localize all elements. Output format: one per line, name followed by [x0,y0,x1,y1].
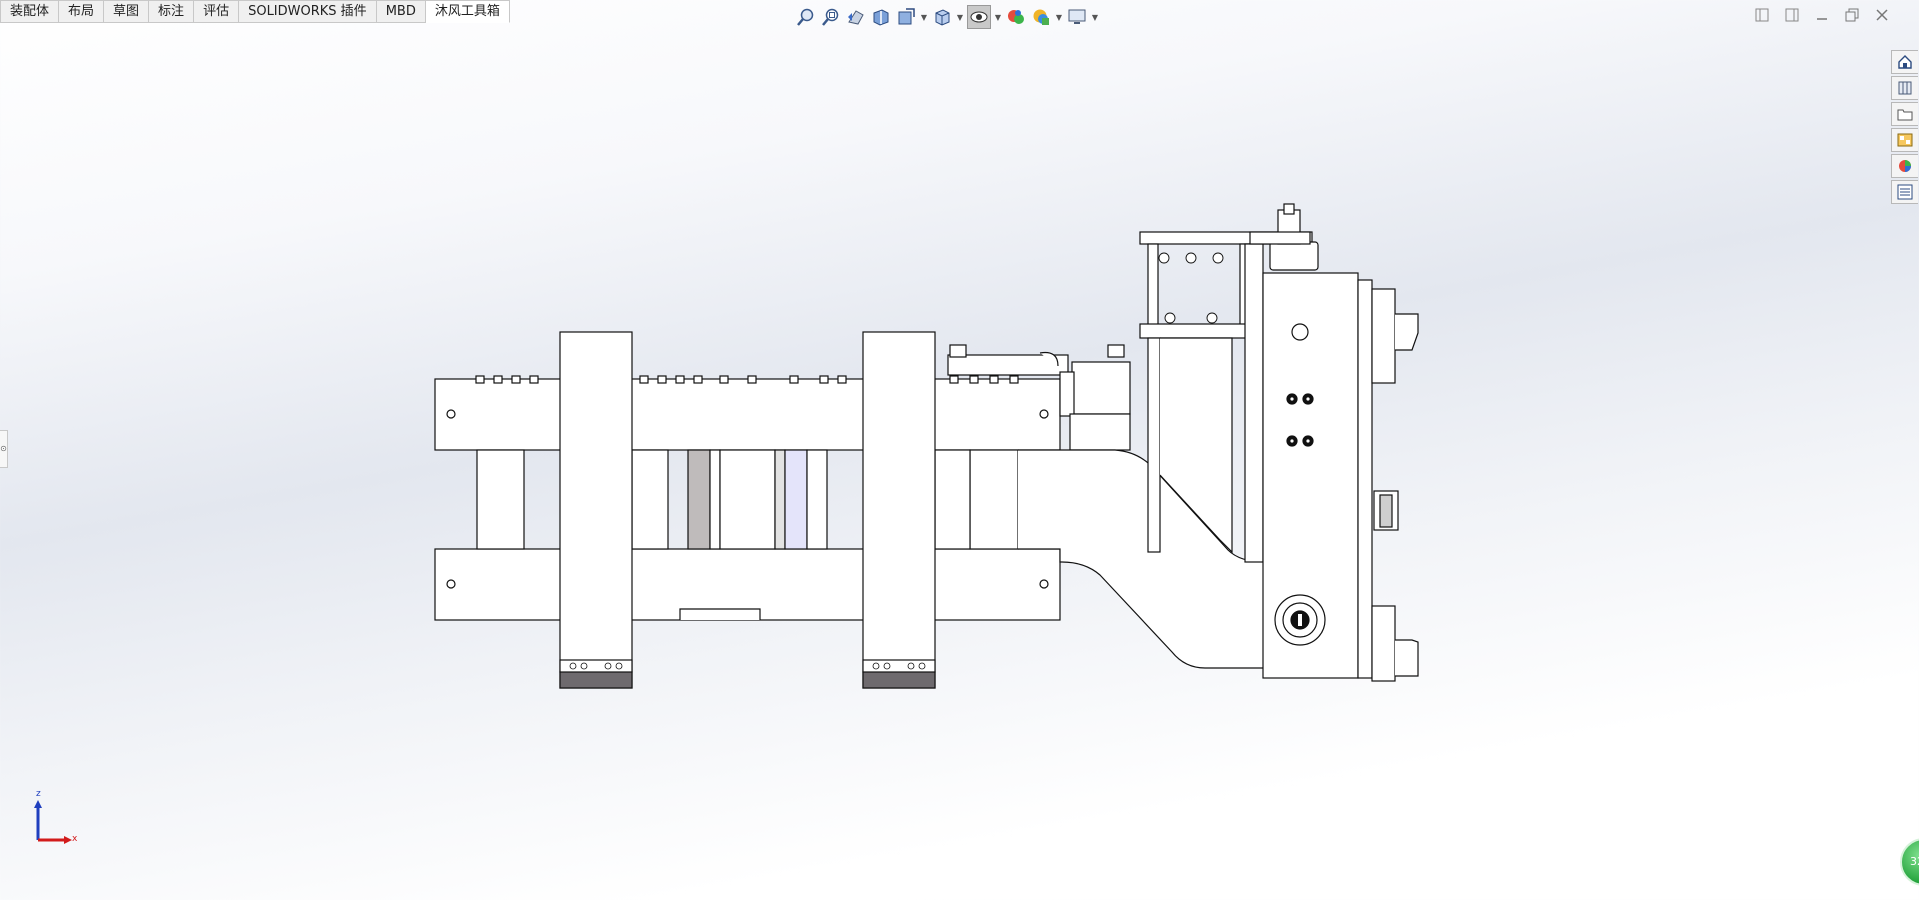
tab-assembly[interactable]: 装配体 [0,0,60,23]
lower-rail-part [434,548,1061,621]
left-clamp-column [559,331,633,689]
chevron-down-icon[interactable]: ▼ [994,13,1002,22]
task-pane [1891,50,1919,204]
close-icon[interactable] [1873,6,1891,24]
notification-badge[interactable]: 32 [1900,838,1919,886]
solidworks-resources-icon[interactable] [1891,50,1918,74]
tab-solidworks-addins[interactable]: SOLIDWORKS 插件 [239,0,377,23]
heads-up-view-toolbar: ▼ ▼ ▼ ▼ ▼ [795,4,1099,30]
hide-show-items-icon[interactable] [1005,6,1027,28]
tile-right-icon[interactable] [1783,6,1801,24]
upper-rail-part [434,375,1061,451]
tab-layout[interactable]: 布局 [59,0,105,23]
pneumatic-cylinder [947,344,1131,451]
middle-clamp-column [862,331,936,689]
window-controls [1753,6,1891,24]
previous-view-icon[interactable] [845,6,867,28]
dynamic-annotation-icon[interactable] [895,6,917,28]
file-explorer-icon[interactable] [1891,102,1918,126]
tile-left-icon[interactable] [1753,6,1771,24]
view-orientation-icon[interactable] [931,6,953,28]
vertical-frame [1139,231,1313,563]
coordinate-triad: z x [28,789,88,852]
cad-model-viewport[interactable] [0,0,1919,900]
section-view-icon[interactable] [870,6,892,28]
appearances-scenes-icon[interactable] [1891,154,1918,178]
command-manager-tabs: 装配体 布局 草图 标注 评估 SOLIDWORKS 插件 MBD 沐风工具箱 [0,0,510,23]
view-settings-icon[interactable] [1066,6,1088,28]
right-gripper-parts [1371,288,1419,682]
zoom-to-area-icon[interactable] [820,6,842,28]
display-style-icon[interactable] [967,5,991,29]
triad-axes-icon [34,800,72,844]
chevron-down-icon[interactable]: ▼ [920,13,928,22]
triad-x-label: x [72,834,78,844]
chevron-down-icon[interactable]: ▼ [1091,13,1099,22]
edit-appearance-icon[interactable] [1030,6,1052,28]
view-palette-icon[interactable] [1891,128,1918,152]
feature-tree-toggle-handle[interactable]: ⊙ [0,430,8,468]
chevron-down-icon[interactable]: ▼ [1055,13,1063,22]
main-mounting-plate [1262,272,1373,679]
custom-properties-icon[interactable] [1891,180,1918,204]
design-library-icon[interactable] [1891,76,1918,100]
zoom-to-fit-icon[interactable] [795,6,817,28]
tab-sketch[interactable]: 草图 [104,0,150,23]
diagonal-arm [1018,449,1266,669]
restore-icon[interactable] [1843,6,1861,24]
chevron-down-icon[interactable]: ▼ [956,13,964,22]
spacer-blocks [476,449,1019,550]
triad-z-label: z [36,789,41,799]
tab-evaluate[interactable]: 评估 [194,0,240,23]
tab-mbd[interactable]: MBD [376,0,426,23]
drive-pulley-assembly [1249,203,1319,271]
minimize-icon[interactable] [1813,6,1831,24]
tab-mufeng-toolbox[interactable]: 沐风工具箱 [425,0,510,23]
tab-markup[interactable]: 标注 [149,0,195,23]
